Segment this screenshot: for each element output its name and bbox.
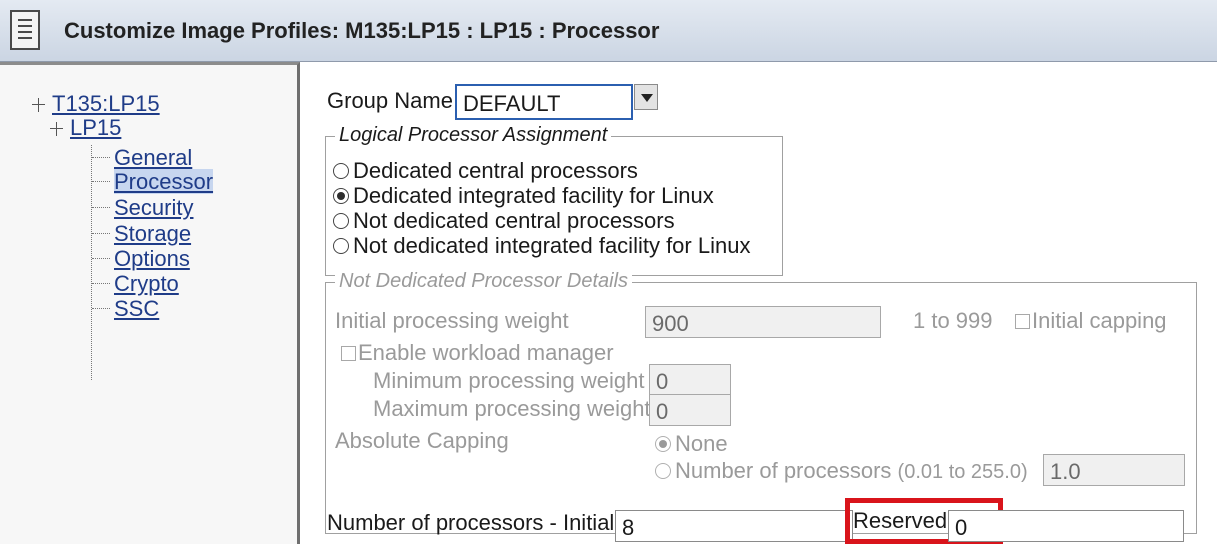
radio-label: None	[675, 431, 728, 456]
title-prefix: Customize Image Profiles: M135:LP15 : LP…	[64, 18, 552, 43]
radio-icon[interactable]	[333, 213, 349, 229]
radio-selected-icon[interactable]	[655, 436, 671, 452]
checkbox-label: Initial capping	[1032, 308, 1167, 333]
initial-weight-label: Initial processing weight	[335, 308, 569, 333]
radio-label: Not dedicated central processors	[353, 208, 675, 233]
radio-label: Dedicated integrated facility for Linux	[353, 183, 714, 208]
window-title: Customize Image Profiles: M135:LP15 : LP…	[64, 18, 659, 44]
radio-selected-icon[interactable]	[333, 188, 349, 204]
tree-item-label[interactable]: Options	[114, 246, 190, 271]
radio-dedicated-cp[interactable]: Dedicated central processors	[333, 158, 638, 184]
tree-item-label[interactable]: SSC	[114, 296, 159, 321]
tree-item-options[interactable]: Options	[92, 246, 190, 272]
capping-none-radio[interactable]: None	[655, 431, 728, 457]
initial-processors-label: Number of processors - Initial	[327, 510, 615, 535]
reserved-label: Reserved	[853, 508, 948, 533]
initial-weight-field[interactable]: 900	[645, 306, 881, 338]
workload-manager-checkbox[interactable]: Enable workload manager	[341, 340, 614, 366]
radio-shared-cp[interactable]: Not dedicated central processors	[333, 208, 675, 234]
capping-number-radio[interactable]: Number of processors (0.01 to 255.0)	[655, 458, 1028, 484]
processor-form: Group Name DEFAULT Logical Processor Ass…	[303, 62, 1217, 544]
navigation-tree: T135:LP15 LP15 General Processor Securit…	[0, 62, 300, 544]
radio-label: Dedicated central processors	[353, 158, 638, 183]
group-name-select[interactable]: DEFAULT	[455, 84, 633, 120]
collapse-icon[interactable]	[32, 98, 46, 113]
tree-item-label[interactable]: Processor	[114, 169, 214, 194]
tree-root-link[interactable]: T135:LP15	[52, 91, 160, 116]
radio-icon[interactable]	[333, 163, 349, 179]
radio-dedicated-ifl[interactable]: Dedicated integrated facility for Linux	[333, 183, 714, 209]
weight-range-label: 1 to 999	[913, 308, 993, 333]
tree-item-ssc[interactable]: SSC	[92, 296, 159, 322]
reserved-processors-field[interactable]: 0	[948, 510, 1184, 542]
title-bar: Customize Image Profiles: M135:LP15 : LP…	[0, 0, 1217, 62]
tree-item-label[interactable]: General	[114, 145, 192, 170]
radio-shared-ifl[interactable]: Not dedicated integrated facility for Li…	[333, 233, 750, 259]
initial-capping-checkbox[interactable]: Initial capping	[1015, 308, 1167, 334]
tree-node-root[interactable]: T135:LP15	[32, 91, 160, 117]
capping-number-field[interactable]: 1.0	[1043, 454, 1185, 486]
chevron-down-icon[interactable]	[634, 84, 658, 110]
tree-item-crypto[interactable]: Crypto	[92, 271, 179, 297]
tree-item-label[interactable]: Storage	[114, 221, 191, 246]
radio-icon[interactable]	[655, 463, 671, 479]
tree-item-security[interactable]: Security	[92, 195, 193, 221]
checkbox-icon[interactable]	[341, 346, 356, 361]
capping-range-label: (0.01 to 255.0)	[897, 461, 1028, 483]
min-weight-field[interactable]: 0	[649, 364, 731, 396]
radio-label: Number of processors	[675, 458, 892, 483]
max-weight-field[interactable]: 0	[649, 394, 731, 426]
group-name-label: Group Name	[327, 88, 453, 113]
tree-item-processor[interactable]: Processor	[92, 169, 214, 195]
initial-processors-field[interactable]: 8	[615, 510, 853, 542]
document-icon	[10, 10, 40, 50]
radio-icon[interactable]	[333, 238, 349, 254]
tree-item-general[interactable]: General	[92, 145, 192, 171]
tree-item-label[interactable]: Crypto	[114, 271, 179, 296]
tree-node-partition[interactable]: LP15	[50, 115, 121, 141]
min-weight-label: Minimum processing weight	[373, 368, 645, 393]
tree-item-storage[interactable]: Storage	[92, 221, 191, 247]
details-legend: Not Dedicated Processor Details	[335, 270, 633, 293]
max-weight-label: Maximum processing weight	[373, 396, 651, 421]
title-section: Processor	[551, 18, 660, 43]
radio-label: Not dedicated integrated facility for Li…	[353, 233, 751, 258]
checkbox-label: Enable workload manager	[358, 340, 614, 365]
assignment-legend: Logical Processor Assignment	[335, 124, 612, 147]
checkbox-icon[interactable]	[1015, 314, 1030, 329]
tree-partition-link[interactable]: LP15	[70, 115, 121, 140]
tree-item-label[interactable]: Security	[114, 195, 193, 220]
absolute-capping-label: Absolute Capping	[335, 428, 509, 453]
collapse-icon[interactable]	[50, 122, 64, 137]
